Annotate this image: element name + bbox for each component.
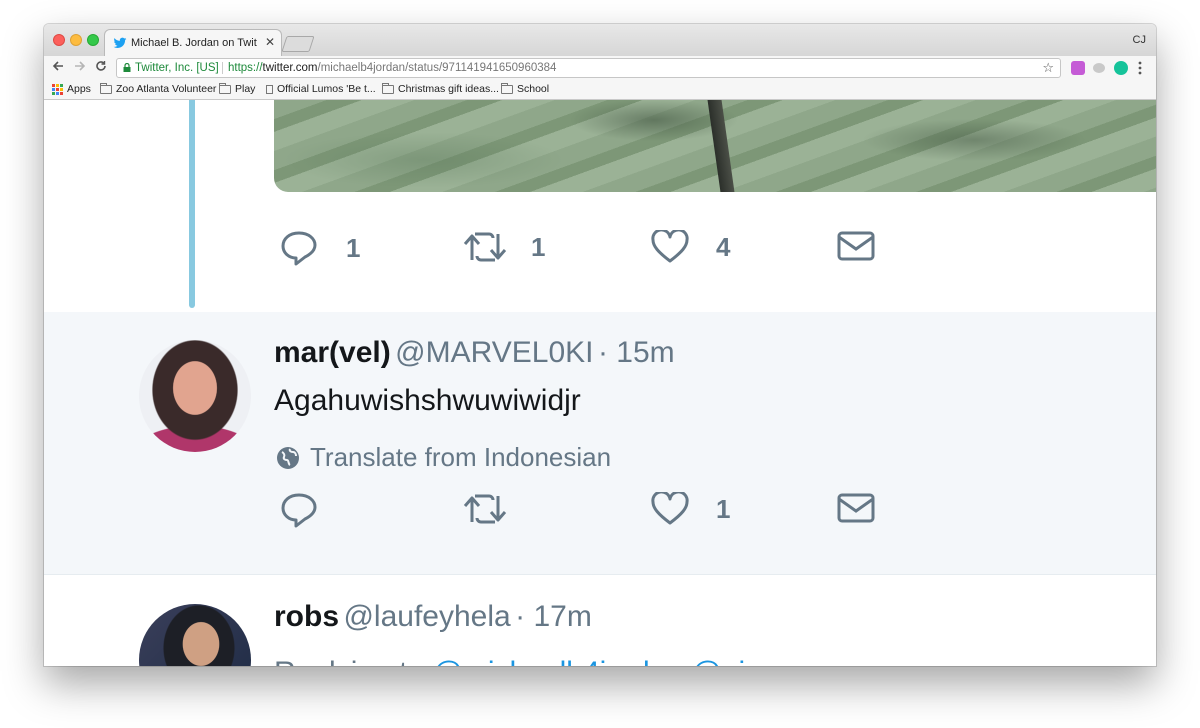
reload-icon[interactable] bbox=[95, 60, 107, 72]
bookmark-label: Zoo Atlanta Volunteer bbox=[116, 83, 217, 95]
reply-button[interactable]: 1 bbox=[280, 230, 360, 266]
bookmark-christmas[interactable]: Christmas gift ideas... bbox=[382, 82, 499, 95]
bookmark-zoo-atlanta[interactable]: Zoo Atlanta Volunteer bbox=[100, 82, 217, 95]
url-text[interactable]: https://twitter.com/michaelb4jordan/stat… bbox=[228, 59, 556, 77]
retweet-button[interactable]: 1 bbox=[463, 230, 545, 264]
bookmark-label: School bbox=[517, 83, 550, 95]
reply-icon bbox=[281, 493, 317, 528]
mention-link[interactable]: @pixyrue bbox=[691, 656, 818, 666]
bookmarks-bar: Apps Zoo Atlanta Volunteer Play Official… bbox=[44, 80, 1156, 100]
lock-icon bbox=[123, 63, 131, 72]
retweet-count: 1 bbox=[531, 231, 546, 262]
heart-icon bbox=[651, 492, 689, 525]
tweet-item-marvel[interactable]: mar(vel) @MARVEL0KI · 15m Agahuwishshwuw… bbox=[44, 312, 1156, 575]
like-button[interactable]: 4 bbox=[651, 230, 730, 264]
tweet-media-image[interactable] bbox=[274, 100, 1156, 192]
retweet-icon bbox=[463, 494, 507, 524]
replying-to-label: Replying to bbox=[274, 656, 424, 666]
tab-title: Michael B. Jordan on Twitter: " bbox=[131, 37, 257, 49]
mention-link[interactable]: @michaelb4jordan bbox=[432, 656, 683, 666]
retweet-button[interactable] bbox=[463, 492, 507, 526]
translate-link[interactable]: Translate from Indonesian bbox=[276, 442, 611, 473]
bookmark-apps[interactable]: Apps bbox=[52, 83, 91, 95]
retweet-icon bbox=[463, 232, 507, 262]
tab-close-icon[interactable]: ✕ bbox=[265, 35, 275, 49]
folder-icon bbox=[501, 82, 513, 94]
replying-to-line: Replying to @michaelb4jordan @pixyrue bbox=[274, 656, 819, 666]
ev-certificate-label[interactable]: Twitter, Inc. [US] bbox=[135, 59, 219, 77]
user-handle[interactable]: @laufeyhela bbox=[343, 600, 510, 633]
new-tab-button[interactable] bbox=[281, 36, 315, 52]
display-name[interactable]: robs bbox=[274, 600, 339, 633]
profile-button[interactable]: CJ bbox=[1133, 34, 1146, 46]
globe-icon bbox=[277, 446, 299, 469]
url-scheme: https:// bbox=[228, 62, 263, 74]
bookmark-lumos[interactable]: Official Lumos 'Be t... bbox=[266, 83, 376, 95]
bookmark-label: Apps bbox=[67, 83, 91, 95]
folder-icon bbox=[219, 82, 231, 94]
menu-dots-icon[interactable] bbox=[1138, 61, 1142, 75]
like-count: 1 bbox=[716, 493, 731, 524]
browser-tab-active[interactable]: Michael B. Jordan on Twitter: " ✕ bbox=[104, 29, 282, 56]
tweet-timestamp[interactable]: · 15m bbox=[598, 336, 675, 369]
browser-window: Michael B. Jordan on Twitter: " ✕ CJ Twi… bbox=[44, 24, 1156, 666]
twitter-bird-icon bbox=[113, 37, 127, 49]
close-window-button[interactable] bbox=[53, 34, 65, 46]
cloud-extension-icon[interactable] bbox=[1093, 63, 1105, 73]
avatar[interactable] bbox=[139, 340, 251, 452]
apps-grid-icon bbox=[52, 83, 63, 95]
page-content: 1 1 4 mar(vel) @MARVEL0KI · 15m Agahuwis… bbox=[44, 100, 1156, 666]
user-handle[interactable]: @MARVEL0KI bbox=[395, 336, 593, 369]
page-icon bbox=[266, 84, 273, 94]
direct-message-button[interactable] bbox=[837, 230, 875, 262]
like-count: 4 bbox=[716, 231, 731, 262]
avatar[interactable] bbox=[139, 604, 251, 666]
reply-icon bbox=[281, 231, 317, 266]
direct-message-button[interactable] bbox=[837, 492, 875, 524]
url-host: twitter.com bbox=[262, 62, 318, 74]
envelope-icon bbox=[837, 493, 875, 523]
like-button[interactable]: 1 bbox=[651, 492, 730, 526]
bookmark-label: Play bbox=[235, 83, 256, 95]
back-arrow-icon[interactable] bbox=[52, 60, 64, 72]
tweet-timestamp[interactable]: · 17m bbox=[515, 600, 592, 633]
thread-connector-line bbox=[189, 100, 195, 308]
reply-button[interactable] bbox=[280, 492, 318, 528]
maximize-window-button[interactable] bbox=[87, 34, 99, 46]
display-name[interactable]: mar(vel) bbox=[274, 336, 391, 369]
address-bar[interactable]: Twitter, Inc. [US] https://twitter.com/m… bbox=[116, 58, 1061, 78]
grammarly-icon[interactable] bbox=[1114, 61, 1128, 75]
folder-icon bbox=[382, 82, 394, 94]
bookmark-play[interactable]: Play bbox=[219, 82, 256, 95]
envelope-icon bbox=[837, 231, 875, 261]
reply-count: 1 bbox=[346, 232, 361, 263]
browser-toolbar: Twitter, Inc. [US] https://twitter.com/m… bbox=[44, 56, 1156, 80]
bookmark-star-icon[interactable]: ☆ bbox=[1042, 59, 1054, 77]
title-bar: Michael B. Jordan on Twitter: " ✕ CJ bbox=[44, 24, 1156, 56]
tweet-header: mar(vel) @MARVEL0KI · 15m bbox=[274, 336, 675, 370]
heart-icon bbox=[651, 230, 689, 263]
minimize-window-button[interactable] bbox=[70, 34, 82, 46]
extension-purple-icon[interactable] bbox=[1071, 61, 1085, 75]
folder-icon bbox=[100, 82, 112, 94]
tweet-text: Agahuwishshwuwiwidjr bbox=[274, 384, 581, 417]
translate-label: Translate from Indonesian bbox=[310, 442, 612, 472]
bookmark-label: Official Lumos 'Be t... bbox=[277, 83, 376, 95]
forward-arrow-icon[interactable] bbox=[74, 60, 86, 72]
tweet-header: robs @laufeyhela · 17m bbox=[274, 600, 592, 634]
omnibox-separator bbox=[222, 62, 223, 74]
media-detail bbox=[707, 100, 735, 192]
bookmark-school[interactable]: School bbox=[501, 82, 550, 95]
url-path: /michaelb4jordan/status/9711419416509603… bbox=[317, 62, 557, 74]
bookmark-label: Christmas gift ideas... bbox=[398, 83, 499, 95]
